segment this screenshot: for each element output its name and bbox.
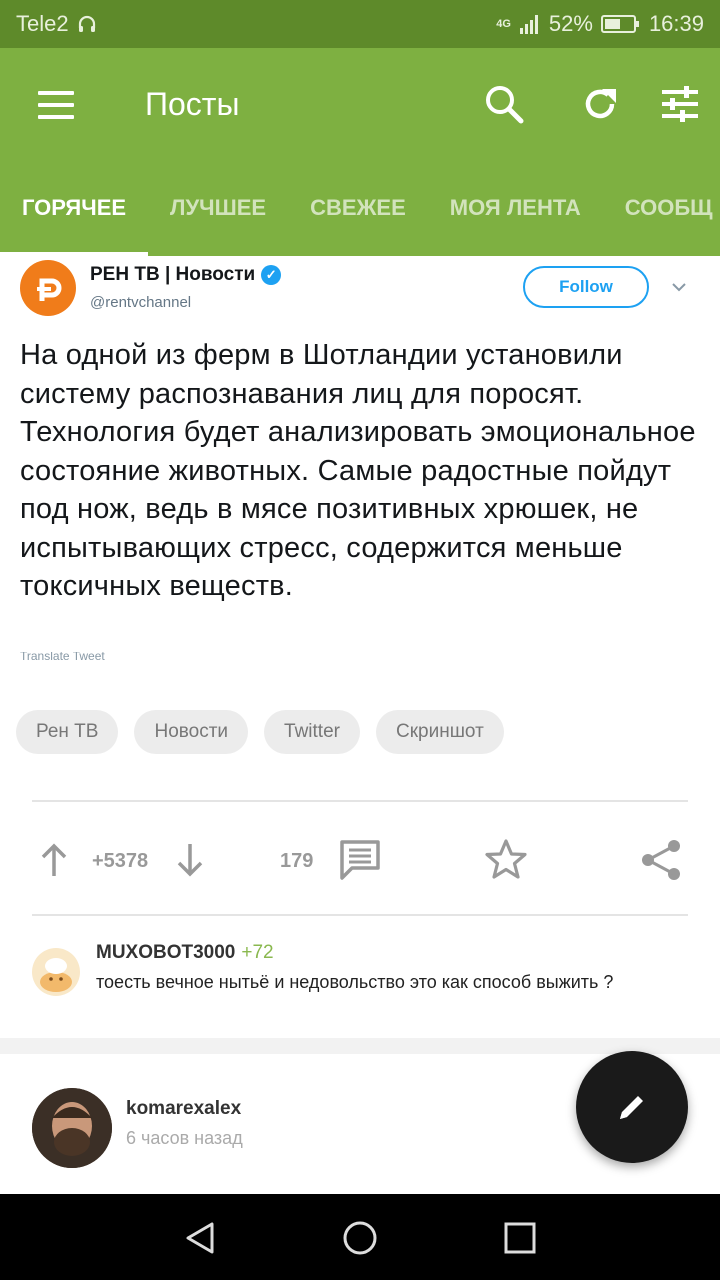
- create-post-button[interactable]: [576, 1051, 688, 1163]
- search-icon[interactable]: [482, 82, 526, 126]
- pencil-icon: [620, 1096, 643, 1119]
- tag-item[interactable]: Скриншот: [375, 710, 504, 754]
- tag-item[interactable]: Twitter: [264, 710, 360, 754]
- follow-button: Follow: [523, 266, 649, 308]
- downvote-icon[interactable]: [176, 842, 204, 878]
- tag-item[interactable]: Рен ТВ: [16, 710, 119, 754]
- star-icon[interactable]: [484, 838, 528, 882]
- battery-percent: 52%: [548, 11, 593, 36]
- comments-count[interactable]: 179: [280, 850, 313, 873]
- ren-tv-logo-icon: [37, 278, 62, 301]
- tab-hot[interactable]: ГОРЯЧЕЕ: [0, 184, 149, 256]
- refresh-icon[interactable]: [578, 82, 622, 126]
- tweet-author: РЕН ТВ | Новости ✓: [90, 264, 282, 286]
- tab-communities[interactable]: СООБЩ: [603, 184, 720, 256]
- tab-bar: ГОРЯЧЕЕ ЛУЧШЕЕ СВЕЖЕЕ МОЯ ЛЕНТА СООБЩ: [0, 184, 720, 256]
- filter-icon[interactable]: [658, 82, 702, 126]
- battery-icon: [600, 15, 639, 33]
- tab-my-feed[interactable]: МОЯ ЛЕНТА: [428, 184, 603, 256]
- post-actions: +5378 179: [0, 812, 720, 912]
- rating-value: +5378: [92, 850, 149, 872]
- tag-item[interactable]: Новости: [134, 710, 249, 754]
- tweet-handle: @rentvchannel: [90, 294, 192, 311]
- translate-tweet-label: Translate Tweet: [20, 652, 105, 660]
- post-author-name[interactable]: komarexalex: [126, 1098, 241, 1120]
- comments-icon[interactable]: [338, 838, 382, 882]
- author-avatar[interactable]: [32, 1088, 112, 1168]
- network-type-label: 4G: [496, 18, 511, 30]
- tab-best[interactable]: ЛУЧШЕЕ: [148, 184, 288, 256]
- menu-icon[interactable]: [38, 91, 74, 121]
- app-bar: Посты ГОРЯЧЕЕ ЛУЧШЕЕ СВЕЖЕЕ МОЯ ЛЕНТА СО…: [0, 48, 720, 256]
- tweet-text: На одной из ферм в Шотландии установили …: [20, 339, 696, 602]
- post-card: РЕН ТВ | Новости ✓ @rentvchannel Follow …: [0, 256, 720, 1038]
- top-comment[interactable]: MUXOBOT3000 +72 тоесть вечное нытьё и нед…: [0, 932, 720, 1022]
- divider: [32, 914, 688, 916]
- divider: [32, 800, 688, 802]
- system-nav-bar: [0, 1194, 720, 1280]
- tweet-avatar: [20, 260, 76, 316]
- share-icon[interactable]: [640, 838, 684, 882]
- tag-list: Рен ТВ Новости Twitter Скриншот: [16, 710, 504, 754]
- status-bar: Tele2 4G 52% 16:39: [0, 0, 720, 48]
- headphones-icon: [78, 15, 95, 32]
- chevron-down-icon: [672, 283, 686, 292]
- home-icon[interactable]: [340, 1218, 380, 1258]
- comment-avatar: [32, 948, 80, 996]
- comment-text: тоесть вечное нытьё и недовольство это к…: [96, 972, 614, 992]
- post-time: 6 часов назад: [126, 1128, 243, 1148]
- signal-icon: [519, 15, 538, 34]
- comment-score: +72: [241, 942, 274, 963]
- upvote-icon[interactable]: [40, 842, 68, 878]
- page-title: Посты: [145, 86, 240, 122]
- comment-author: MUXOBOT3000 +72: [96, 942, 274, 964]
- clock: 16:39: [648, 11, 704, 36]
- tweet-screenshot[interactable]: РЕН ТВ | Новости ✓ @rentvchannel Follow …: [0, 256, 720, 664]
- tweet-author-name: РЕН ТВ | Новости: [90, 264, 256, 285]
- carrier-label: Tele2: [16, 11, 69, 36]
- tab-fresh[interactable]: СВЕЖЕЕ: [288, 184, 428, 256]
- comment-author-name[interactable]: MUXOBOT3000: [96, 942, 235, 963]
- back-icon[interactable]: [180, 1218, 220, 1258]
- recents-icon[interactable]: [500, 1218, 540, 1258]
- verified-icon: ✓: [261, 265, 282, 285]
